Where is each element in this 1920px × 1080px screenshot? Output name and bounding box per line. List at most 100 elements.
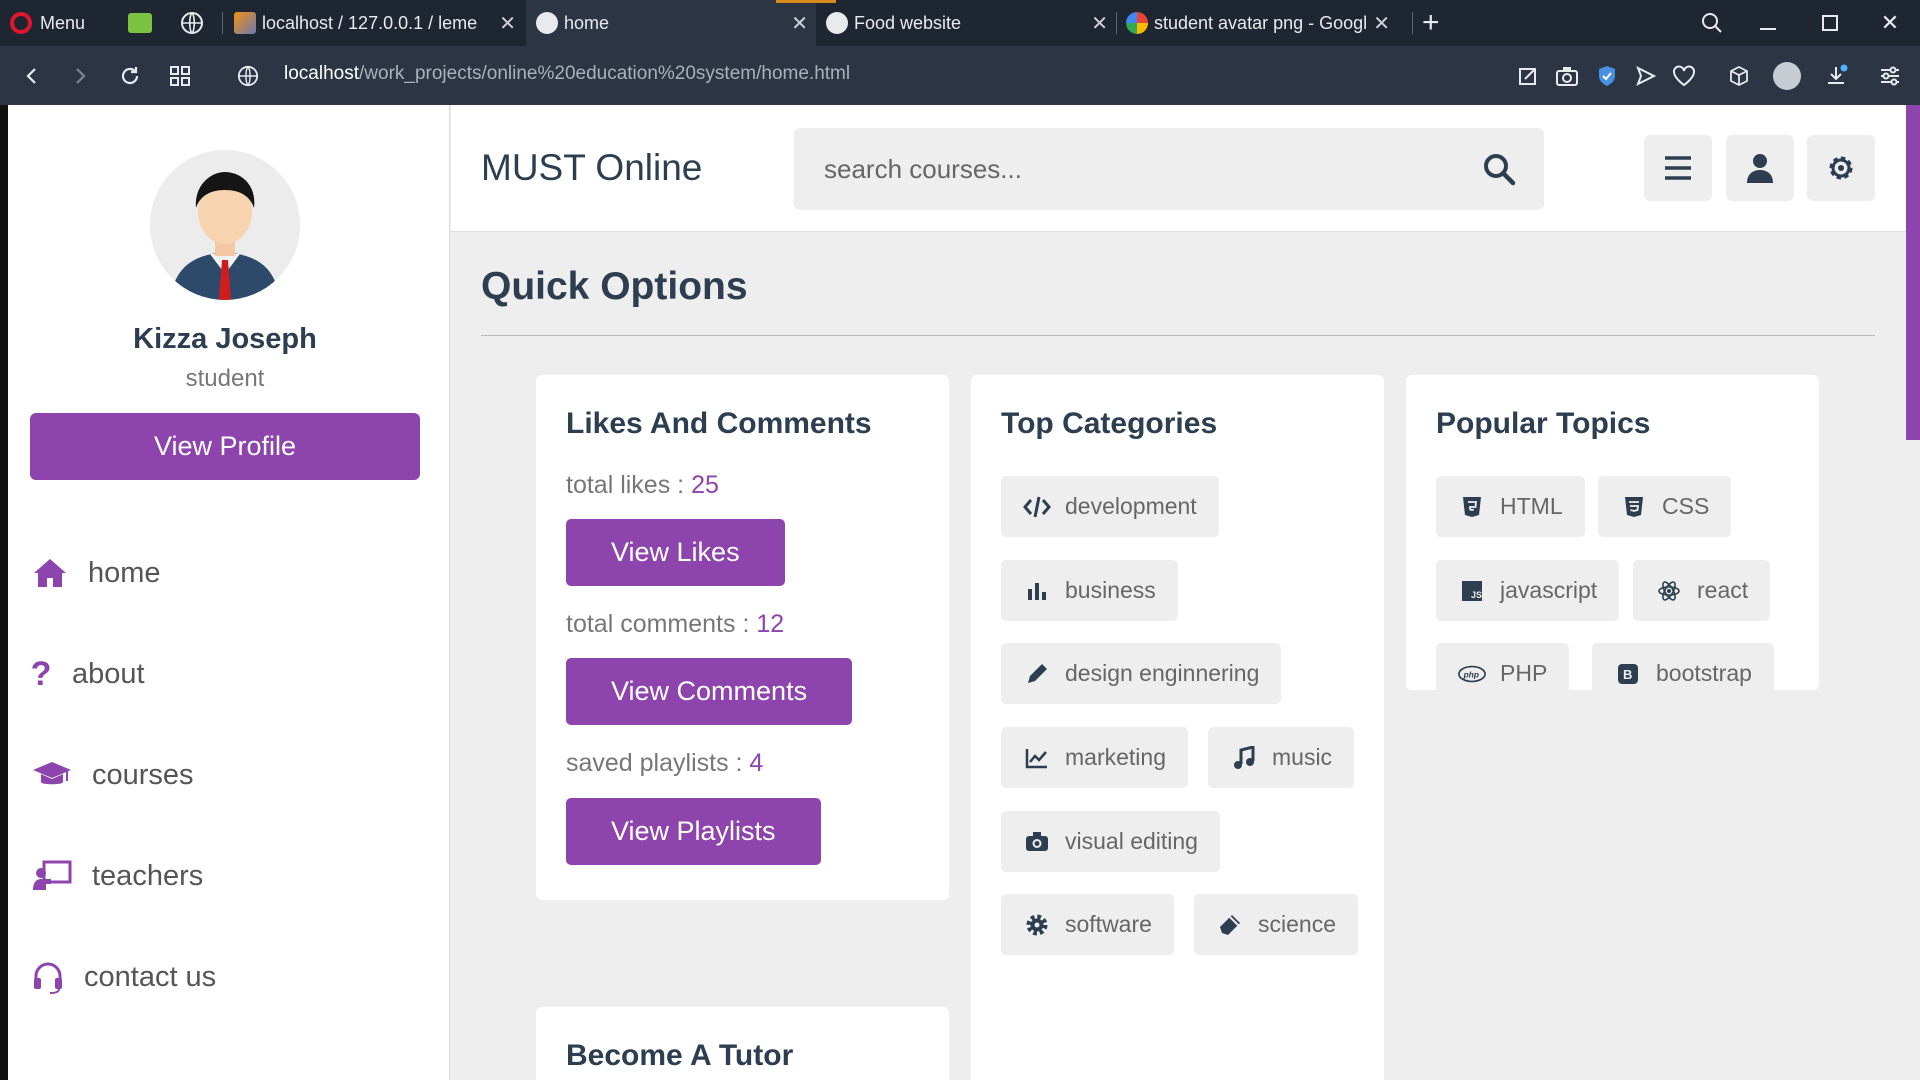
close-icon[interactable]: ✕ [499,11,516,36]
tab-title: localhost / 127.0.0.1 / leme [262,12,478,33]
headset-icon [30,957,66,997]
popular-topics-card: Popular Topics HTML CSS JS javascript re… [1406,375,1819,704]
sidebar-item-contact[interactable]: contact us [30,947,216,1007]
view-playlists-button[interactable]: View Playlists [566,798,821,865]
browser-address-bar: localhost/work_projects/online%20educati… [0,46,1920,105]
tab-search-icon[interactable] [1684,0,1740,46]
tab-grid-icon[interactable] [160,56,200,96]
view-likes-button[interactable]: View Likes [566,519,785,586]
chip-label: business [1065,577,1156,603]
globe-icon [826,12,848,34]
category-marketing[interactable]: marketing [1001,727,1188,788]
browser-menu-label: Menu [40,12,86,33]
vpn-shield-icon[interactable] [1593,62,1621,90]
category-visual-editing[interactable]: visual editing [1001,811,1220,872]
new-tab-button[interactable]: + [1422,0,1452,46]
category-business[interactable]: business [1001,560,1178,621]
sidebar-item-label: courses [92,758,194,791]
html5-icon [1458,493,1486,521]
snapshot-edit-icon[interactable] [1514,62,1542,90]
download-icon[interactable] [1822,62,1850,90]
easy-setup-icon[interactable] [1876,62,1904,90]
camera-icon [1023,828,1051,856]
teacher-icon [30,856,74,896]
tab-phpmyadmin[interactable]: localhost / 127.0.0.1 / leme ✕ [234,0,524,46]
chip-label: science [1258,911,1336,937]
category-development[interactable]: development [1001,476,1219,537]
topic-html[interactable]: HTML [1436,476,1585,537]
svg-text:JS: JS [1471,590,1482,600]
category-science[interactable]: science [1194,894,1358,955]
stat-value: 25 [691,471,719,499]
whatsapp-sidebar-icon[interactable] [128,0,158,46]
menu-button[interactable] [1644,135,1712,201]
world-icon[interactable] [180,0,210,46]
page-scrollbar[interactable] [1906,105,1920,440]
tab-title: student avatar png - Googl [1154,12,1368,33]
minimize-icon[interactable] [1740,0,1796,46]
sidebar-item-about[interactable]: ? about [30,644,145,704]
sidebar-item-label: teachers [92,859,204,892]
user-button[interactable] [1726,135,1794,201]
cog-icon [1023,911,1051,939]
category-music[interactable]: music [1208,727,1355,788]
close-icon[interactable]: ✕ [1373,11,1390,36]
stat-label: total comments : [566,610,757,638]
camera-snapshot-icon[interactable] [1553,62,1581,90]
chart-bar-icon [1023,577,1051,605]
profile-role: student [185,365,265,392]
chip-label: design enginnering [1065,660,1260,686]
topic-javascript[interactable]: JS javascript [1436,560,1620,621]
restore-icon[interactable] [1802,0,1858,46]
sidebar: Kizza Joseph student View Profile home ?… [8,105,450,1080]
extensions-cube-icon[interactable] [1725,62,1753,90]
sidebar-item-teachers[interactable]: teachers [30,846,203,906]
sidebar-item-courses[interactable]: courses [30,745,194,805]
js-icon: JS [1458,577,1486,605]
category-design-engineering[interactable]: design enginnering [1001,643,1282,704]
graduation-cap-icon [30,755,74,795]
category-software[interactable]: software [1001,894,1174,955]
site-info-icon[interactable] [228,56,268,96]
profile-icon[interactable] [1773,62,1801,90]
question-icon: ? [30,654,52,693]
search-box [794,128,1544,210]
url-host: localhost [284,63,359,84]
view-profile-button[interactable]: View Profile [30,413,420,480]
web-page: Kizza Joseph student View Profile home ?… [0,105,1920,1080]
svg-text:B: B [1623,667,1632,682]
view-comments-button[interactable]: View Comments [566,658,853,725]
search-icon[interactable] [1482,152,1516,186]
globe-icon [536,12,558,34]
back-icon[interactable] [12,56,52,96]
settings-button[interactable] [1807,135,1875,201]
close-icon[interactable]: ✕ [791,11,808,36]
vial-icon [1216,911,1244,939]
send-icon[interactable] [1632,62,1660,90]
tab-food-website[interactable]: Food website ✕ [826,0,1116,46]
close-icon[interactable]: ✕ [1091,11,1108,36]
window-close-icon[interactable]: ✕ [1862,0,1918,46]
likes-comments-card: Likes And Comments total likes : 25 View… [536,375,949,900]
forward-icon[interactable] [60,56,100,96]
topic-react[interactable]: react [1633,560,1771,621]
chip-label: react [1697,577,1749,603]
topic-css[interactable]: CSS [1598,476,1732,537]
music-icon [1230,744,1258,772]
user-icon [1747,154,1773,183]
tab-home[interactable]: home ✕ [526,0,836,46]
tab-google-search[interactable]: student avatar png - Googl ✕ [1126,0,1416,46]
heart-icon[interactable] [1670,62,1698,90]
google-icon [1126,12,1148,34]
topic-php[interactable]: php PHP [1436,643,1570,704]
reload-icon[interactable] [110,56,150,96]
browser-menu-button[interactable]: Menu [10,0,110,46]
url-field[interactable]: localhost/work_projects/online%20educati… [284,63,850,85]
page-left-edge [0,105,8,1080]
search-input[interactable] [824,128,1464,210]
chip-label: bootstrap [1656,660,1752,686]
topic-bootstrap[interactable]: B bootstrap [1592,643,1774,704]
site-logo[interactable]: MUST Online [481,147,702,189]
sidebar-item-home[interactable]: home [30,543,161,603]
comments-stat: total comments : 12 [566,610,784,639]
